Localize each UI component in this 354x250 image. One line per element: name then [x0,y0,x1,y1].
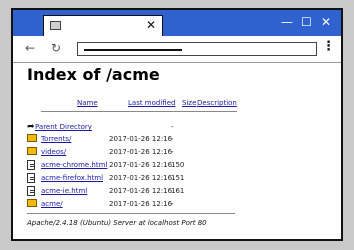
address-bar-text [84,49,182,51]
entry-link[interactable]: acme/ [41,200,63,208]
entry-date: 2017-01-26 12:16 [109,200,173,208]
entry-date: 2017-01-26 12:16 [109,187,173,195]
list-item: ➦ Parent Directory - [27,122,257,133]
server-signature: Apache/2.4.18 (Ubuntu) Server at localho… [27,219,207,227]
entry-date: 2017-01-26 12:16 [109,148,173,156]
entry-size: - [171,200,174,208]
entry-size: 151 [171,174,185,182]
entry-size: - [171,135,174,143]
list-item: acme-ie.html 2017-01-26 12:16 161 [27,186,257,197]
entry-size: - [171,148,174,156]
entry-link[interactable]: Torrents/ [41,135,71,143]
address-bar[interactable] [77,42,317,56]
column-header-size[interactable]: Size [182,99,196,107]
entry-date: 2017-01-26 12:16 [109,135,173,143]
column-header-name[interactable]: Name [77,99,98,107]
list-item: videos/ 2017-01-26 12:16 - [27,147,257,158]
menu-icon[interactable]: ⋮ [322,40,335,54]
back-arrow-icon[interactable]: ← [25,41,35,55]
back-arrow-icon: ➦ [27,122,35,132]
entry-date: 2017-01-26 12:16 [109,161,173,169]
folder-icon [27,147,37,155]
list-item: Torrents/ 2017-01-26 12:16 - [27,134,257,145]
column-header-description[interactable]: Description [197,99,237,107]
page-title: Index of /acme [27,65,160,84]
folder-icon [27,134,37,142]
folder-icon [27,199,37,207]
title-bar: ✕ — ☐ ✕ [13,10,341,36]
file-icon [27,160,35,170]
browser-tab[interactable]: ✕ [43,15,163,36]
entry-link[interactable]: Parent Directory [35,123,92,131]
footer-divider [27,213,235,214]
list-item: acme/ 2017-01-26 12:16 - [27,199,257,210]
list-item: acme-chrome.html 2017-01-26 12:16 150 [27,160,257,171]
entry-size: 150 [171,161,185,169]
browser-window: ✕ — ☐ ✕ ← ↻ ⋮ Index of /acme Name Last m… [11,8,343,241]
entry-link[interactable]: acme-ie.html [41,187,87,195]
entry-date: 2017-01-26 12:16 [109,174,173,182]
entry-size: 161 [171,187,185,195]
list-item: acme-firefox.html 2017-01-26 12:16 151 [27,173,257,184]
file-icon [27,186,35,196]
browser-toolbar: ← ↻ ⋮ [13,36,341,63]
entry-link[interactable]: acme-firefox.html [41,174,103,182]
file-icon [27,173,35,183]
column-header-last-modified[interactable]: Last modified [128,99,175,107]
tab-close-icon[interactable]: ✕ [146,17,156,33]
page-icon [50,21,61,30]
entry-size: - [171,123,174,131]
reload-icon[interactable]: ↻ [51,41,61,55]
header-divider [41,111,237,112]
close-icon[interactable]: ✕ [321,14,331,30]
entry-link[interactable]: videos/ [41,148,66,156]
minimize-icon[interactable]: — [281,14,293,30]
maximize-icon[interactable]: ☐ [301,14,312,30]
page-content: Index of /acme Name Last modified Size D… [27,65,335,239]
entry-link[interactable]: acme-chrome.html [41,161,107,169]
